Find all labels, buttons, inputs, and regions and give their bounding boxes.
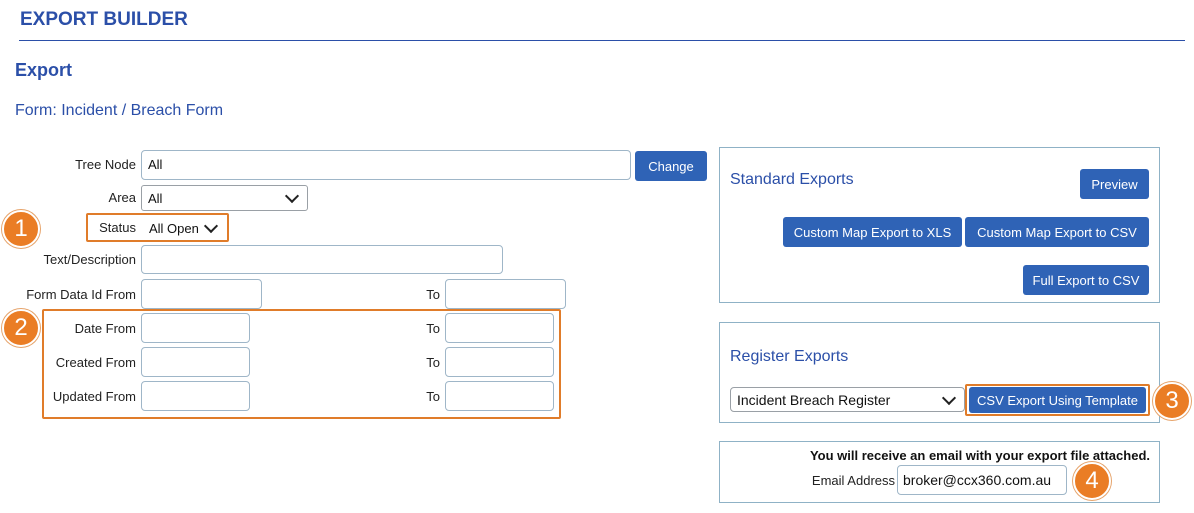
status-highlight [86, 213, 229, 242]
page-title: EXPORT BUILDER [20, 9, 188, 30]
register-select-value: Incident Breach Register [737, 391, 891, 408]
chevron-down-icon [941, 390, 957, 405]
area-label: Area [108, 190, 136, 205]
callout-badge-4: 4 [1073, 462, 1111, 500]
section-title: Export [15, 60, 73, 80]
form-name: Form: Incident / Breach Form [15, 102, 224, 119]
custom-map-export-xls-button[interactable]: Custom Map Export to XLS [783, 217, 962, 247]
change-button[interactable]: Change [635, 151, 707, 181]
form-data-id-to-input[interactable] [445, 279, 566, 309]
register-exports-title: Register Exports [730, 348, 849, 365]
tree-node-input[interactable]: All [141, 150, 631, 180]
date-range-highlight [42, 309, 561, 419]
text-description-input[interactable] [141, 245, 503, 274]
form-data-id-from-label: Form Data Id From [26, 287, 136, 302]
area-select[interactable]: All [141, 185, 308, 211]
email-address-label: Email Address [811, 473, 895, 488]
callout-badge-2: 2 [2, 309, 40, 347]
callout-badge-1: 1 [2, 210, 40, 248]
tree-node-label: Tree Node [75, 157, 136, 172]
text-description-label: Text/Description [43, 252, 136, 267]
chevron-down-icon [284, 188, 300, 204]
title-divider [19, 40, 1185, 41]
full-export-csv-button[interactable]: Full Export to CSV [1023, 265, 1149, 295]
callout-badge-3: 3 [1153, 382, 1191, 420]
area-select-value: All [148, 190, 163, 206]
standard-exports-title: Standard Exports [730, 171, 854, 188]
email-address-input[interactable]: broker@ccx360.com.au [897, 465, 1067, 495]
custom-map-export-csv-button[interactable]: Custom Map Export to CSV [965, 217, 1149, 247]
form-data-id-from-input[interactable] [141, 279, 262, 309]
form-data-id-to-label: To [426, 287, 440, 302]
email-notice: You will receive an email with your expo… [809, 448, 1150, 463]
register-select[interactable]: Incident Breach Register [730, 387, 965, 412]
preview-button[interactable]: Preview [1080, 169, 1149, 199]
template-button-highlight [965, 384, 1150, 416]
